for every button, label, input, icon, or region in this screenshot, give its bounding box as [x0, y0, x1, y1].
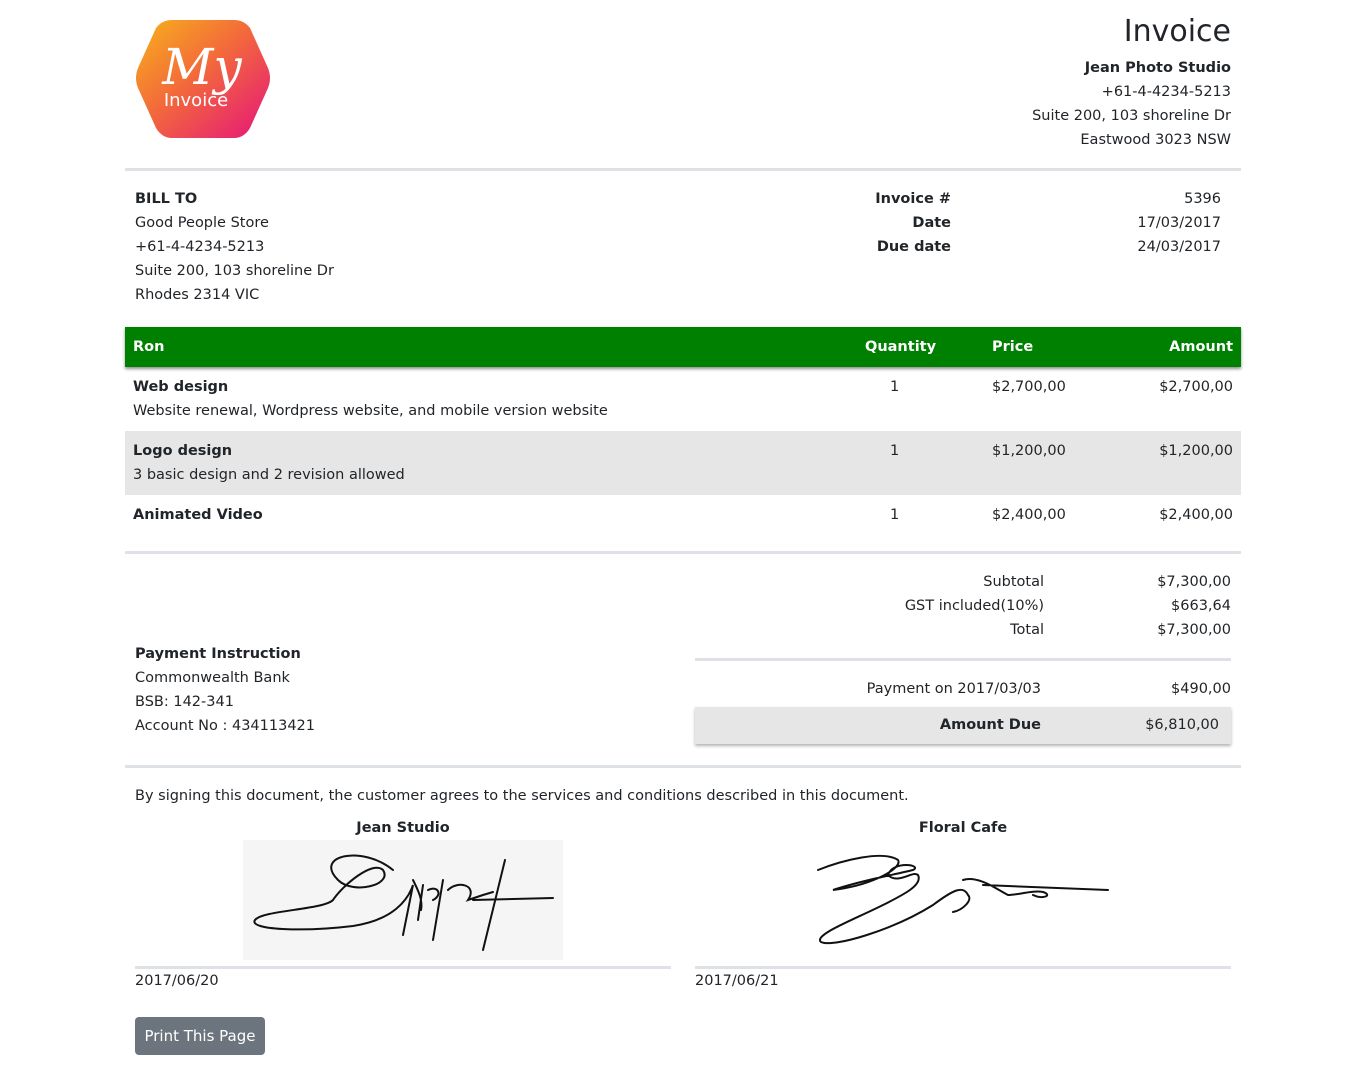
item-quantity: 1 — [890, 443, 900, 459]
due-date-label: Due date — [876, 239, 951, 255]
item-name: Animated Video — [133, 507, 263, 523]
print-button[interactable]: Print This Page — [135, 1017, 265, 1055]
company-logo: My Invoice — [134, 16, 272, 142]
bill-to-phone: +61-4-4234-5213 — [135, 239, 265, 255]
total-label: Total — [1010, 622, 1044, 638]
payment-bsb: BSB: 142-341 — [135, 694, 234, 710]
item-price: $1,200,00 — [992, 443, 1066, 459]
item-quantity: 1 — [890, 379, 900, 395]
item-amount: $2,400,00 — [1159, 507, 1233, 523]
item-name: Logo design — [133, 443, 233, 459]
signature-date-2: 2017/06/21 — [695, 973, 779, 989]
item-name: Web design — [133, 379, 229, 395]
agreement-text: By signing this document, the customer a… — [135, 788, 909, 804]
logo-script-text: My — [161, 38, 242, 96]
table-row: Logo design 3 basic design and 2 revisio… — [125, 431, 1241, 495]
bill-to-address-line2: Rhodes 2314 VIC — [135, 287, 260, 303]
amount-due-label: Amount Due — [939, 717, 1041, 733]
item-amount: $1,200,00 — [1159, 443, 1233, 459]
table-row: Web design Website renewal, Wordpress we… — [125, 367, 1241, 431]
header-item: Ron — [133, 339, 165, 355]
company-phone: +61-4-4234-5213 — [1101, 84, 1231, 100]
item-amount: $2,700,00 — [1159, 379, 1233, 395]
company-address-line2: Eastwood 3023 NSW — [1080, 132, 1231, 148]
payment-value: $490,00 — [1171, 681, 1231, 697]
signature-2-image — [803, 840, 1123, 960]
divider — [125, 765, 1241, 768]
item-description: 3 basic design and 2 revision allowed — [133, 467, 405, 483]
signer-name-2: Floral Cafe — [918, 820, 1008, 836]
item-description: Website renewal, Wordpress website, and … — [133, 403, 608, 419]
items-table-header: Ron Quantity Price Amount — [125, 327, 1241, 367]
date-label: Date — [912, 215, 951, 231]
gst-value: $663,64 — [1171, 598, 1231, 614]
item-price: $2,700,00 — [992, 379, 1066, 395]
company-name: Jean Photo Studio — [1084, 60, 1231, 76]
item-quantity: 1 — [890, 507, 900, 523]
company-address-line1: Suite 200, 103 shoreline Dr — [1032, 108, 1231, 124]
header-quantity: Quantity — [865, 339, 937, 355]
gst-label: GST included(10%) — [904, 598, 1044, 614]
total-value: $7,300,00 — [1157, 622, 1231, 638]
divider — [125, 551, 1241, 554]
subtotal-value: $7,300,00 — [1157, 574, 1231, 590]
logo-label: Invoice — [164, 90, 228, 111]
item-price: $2,400,00 — [992, 507, 1066, 523]
bill-to-address-line1: Suite 200, 103 shoreline Dr — [135, 263, 334, 279]
invoice-number-label: Invoice # — [875, 191, 951, 207]
signer-name-1: Jean Studio — [356, 820, 450, 836]
bill-to-name: Good People Store — [135, 215, 269, 231]
due-date-value: 24/03/2017 — [1137, 239, 1221, 255]
payment-label: Payment on 2017/03/03 — [866, 681, 1041, 697]
invoice-number-value: 5396 — [1184, 191, 1221, 207]
divider — [125, 168, 1241, 171]
bill-to-heading: BILL TO — [135, 191, 198, 207]
payment-account: Account No : 434113421 — [135, 718, 316, 734]
page-title: Invoice — [1123, 14, 1231, 49]
header-amount: Amount — [1169, 339, 1233, 355]
header-price: Price — [992, 339, 1034, 355]
signature-1-image — [243, 840, 563, 960]
signature-date-1: 2017/06/20 — [135, 973, 219, 989]
amount-due-value: $6,810,00 — [1145, 717, 1219, 733]
subtotal-label: Subtotal — [983, 574, 1044, 590]
date-value: 17/03/2017 — [1137, 215, 1221, 231]
payment-bank: Commonwealth Bank — [135, 670, 290, 686]
payment-instruction-heading: Payment Instruction — [135, 646, 301, 662]
table-row: Animated Video 1 $2,400,00 $2,400,00 — [125, 495, 1241, 559]
totals-divider — [695, 658, 1231, 661]
